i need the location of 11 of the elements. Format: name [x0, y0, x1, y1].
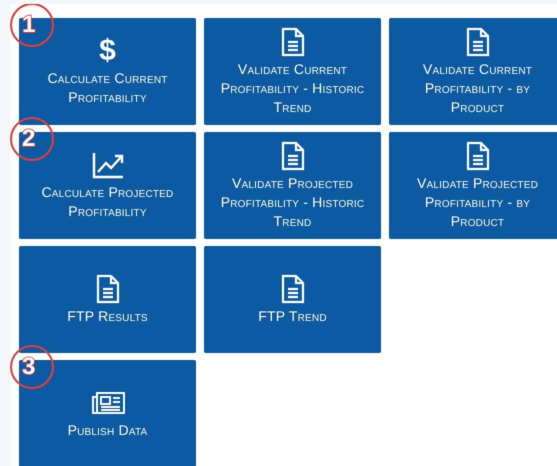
line-chart-icon — [90, 150, 124, 180]
menu-tile[interactable]: FTP Results — [19, 246, 196, 353]
menu-tile[interactable]: Validate Projected Profitability - by Product — [389, 132, 557, 239]
menu-tile[interactable]: Validate Current Profitability - by Product — [389, 18, 557, 125]
menu-tile[interactable]: FTP Trend — [204, 246, 381, 353]
dollar-icon: $ — [99, 36, 116, 66]
menu-tile[interactable]: Validate Current Profitability - Historic Trend — [204, 18, 381, 125]
step-number-badge: 2 — [10, 117, 54, 161]
step-number-badge: 3 — [10, 345, 54, 389]
menu-tile[interactable]: Validate Projected Profitability - Historic Trend — [204, 132, 381, 239]
step-number-badge: 1 — [10, 4, 54, 47]
